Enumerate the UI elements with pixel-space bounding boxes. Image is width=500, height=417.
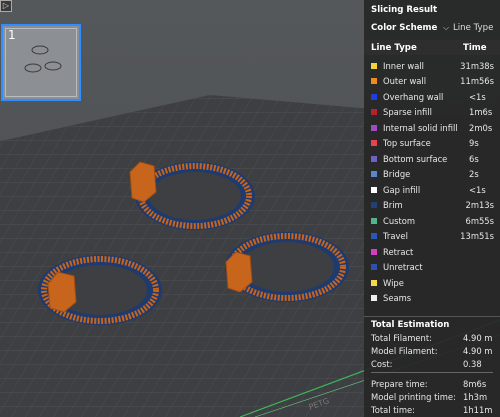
color-swatch-icon: [371, 217, 377, 224]
line-type-row[interactable]: Custom 6m55s: [364, 213, 500, 229]
line-type-row[interactable]: Bridge 2s: [364, 167, 500, 183]
line-type-label: Sparse infill: [383, 107, 432, 118]
line-type-label: Gap infill: [383, 184, 421, 195]
line-type-row[interactable]: Bottom surface 6s: [364, 151, 500, 167]
line-type-row[interactable]: Sparse infill 1m6s: [364, 105, 500, 121]
line-type-label: Outer wall: [383, 76, 427, 87]
estimation-row: Model Filament: 4.90 m: [364, 344, 500, 357]
color-swatch-icon: [371, 295, 377, 302]
color-swatch-icon: [371, 140, 377, 147]
line-type-row[interactable]: Inner wall 31m38s: [364, 58, 500, 74]
line-type-time: 2m13s: [465, 200, 494, 211]
estimation-label: Model Filament:: [371, 345, 438, 356]
line-type-label: Unretract: [383, 262, 423, 273]
line-type-label: Inner wall: [383, 60, 424, 71]
color-swatch-icon: [371, 233, 377, 240]
color-swatch-icon: [371, 62, 377, 69]
line-type-time: 31m38s: [460, 60, 494, 71]
estimation-label: Total Filament:: [371, 332, 432, 343]
estimation-label: Total time:: [371, 404, 415, 415]
color-scheme-label: Color Scheme: [371, 23, 438, 33]
line-type-row[interactable]: Top surface 9s: [364, 136, 500, 152]
estimation-label: Cost:: [371, 358, 393, 369]
line-type-label: Overhang wall: [383, 91, 444, 102]
line-type-time: 6m55s: [465, 215, 494, 226]
estimation-value: 8m6s: [463, 378, 487, 389]
estimation-divider: [371, 372, 493, 373]
color-swatch-icon: [371, 93, 377, 100]
color-swatch-icon: [371, 171, 377, 178]
line-type-label: Internal solid infill: [383, 122, 458, 133]
line-type-row[interactable]: Internal solid infill 2m0s: [364, 120, 500, 136]
color-swatch-icon: [371, 109, 377, 116]
color-swatch-icon: [371, 155, 377, 162]
estimation-row: Prepare time: 8m6s: [364, 377, 500, 390]
plate-thumbnail-preview: [24, 45, 62, 73]
line-type-row[interactable]: Travel 13m51s: [364, 229, 500, 245]
estimation-list: Total Filament: 4.90 m Model Filament: 4.90…: [364, 331, 500, 416]
estimation-label: Model printing time:: [371, 391, 456, 402]
line-type-time: 1m6s: [469, 107, 493, 118]
estimation-value: 1h11m: [463, 404, 493, 415]
estimation-label: Prepare time:: [371, 378, 428, 389]
part-ring-2: [38, 255, 162, 325]
line-type-table-header: Line Type Time: [364, 40, 500, 55]
chevron-down-icon: ⌵: [443, 23, 450, 32]
line-type-label: Bottom surface: [383, 153, 448, 164]
estimation-value: 1h3m: [463, 391, 488, 402]
color-scheme-dropdown[interactable]: ⌵ Line Type: [443, 23, 493, 33]
line-type-row[interactable]: Wipe: [364, 275, 500, 291]
estimation-row: Total Filament: 4.90 m: [364, 331, 500, 344]
estimation-row: Total time: 1h11m: [364, 403, 500, 416]
line-type-time: 11m56s: [460, 76, 494, 87]
line-type-time: 9s: [469, 138, 479, 149]
line-type-row[interactable]: Retract: [364, 244, 500, 260]
estimation-row: Cost: 0.38: [364, 357, 500, 370]
part-ring-3: [225, 232, 349, 302]
line-type-list: Inner wall 31m38s Outer wall 11m56s Overhang…: [364, 55, 500, 306]
line-type-row[interactable]: Gap infill <1s: [364, 182, 500, 198]
line-type-row[interactable]: Brim 2m13s: [364, 198, 500, 214]
estimation-value: 4.90 m: [463, 332, 493, 343]
line-type-time: <1s: [469, 91, 486, 102]
line-type-row[interactable]: Overhang wall <1s: [364, 89, 500, 105]
color-swatch-icon: [371, 124, 377, 131]
estimation-row: Model printing time: 1h3m: [364, 390, 500, 403]
line-type-time: 2s: [469, 169, 479, 180]
color-swatch-icon: [371, 264, 377, 271]
line-type-row[interactable]: Outer wall 11m56s: [364, 74, 500, 90]
line-type-label: Retract: [383, 246, 414, 257]
column-time: Time: [463, 42, 487, 53]
line-type-time: <1s: [469, 184, 486, 195]
line-type-row[interactable]: Unretract: [364, 260, 500, 276]
panel-title: Slicing Result: [371, 5, 438, 15]
line-type-label: Custom: [383, 215, 416, 226]
line-type-label: Top surface: [383, 138, 431, 149]
line-type-time: 6s: [469, 153, 479, 164]
line-type-label: Brim: [383, 200, 403, 211]
color-swatch-icon: [371, 202, 377, 209]
line-type-label: Bridge: [383, 169, 411, 180]
line-type-time: 13m51s: [460, 231, 494, 242]
line-type-time: 2m0s: [469, 122, 493, 133]
line-type-row[interactable]: Seams: [364, 291, 500, 307]
color-scheme-row: Color Scheme ⌵ Line Type: [364, 20, 500, 36]
estimation-value: 0.38: [463, 358, 482, 369]
color-swatch-icon: [371, 279, 377, 286]
slicing-result-panel: Slicing Result Color Scheme ⌵ Line Type …: [364, 0, 500, 417]
line-type-label: Seams: [383, 293, 412, 304]
estimation-value: 4.90 m: [463, 345, 493, 356]
color-swatch-icon: [371, 186, 377, 193]
color-swatch-icon: [371, 78, 377, 85]
panel-toggle-icon[interactable]: ▷: [0, 0, 12, 12]
line-type-label: Wipe: [383, 277, 404, 288]
plate-thumbnail[interactable]: 1: [1, 24, 81, 101]
color-scheme-value: Line Type: [453, 23, 494, 33]
column-line-type: Line Type: [371, 42, 417, 53]
color-swatch-icon: [371, 248, 377, 255]
total-estimation-title: Total Estimation: [364, 316, 500, 331]
line-type-label: Travel: [383, 231, 408, 242]
